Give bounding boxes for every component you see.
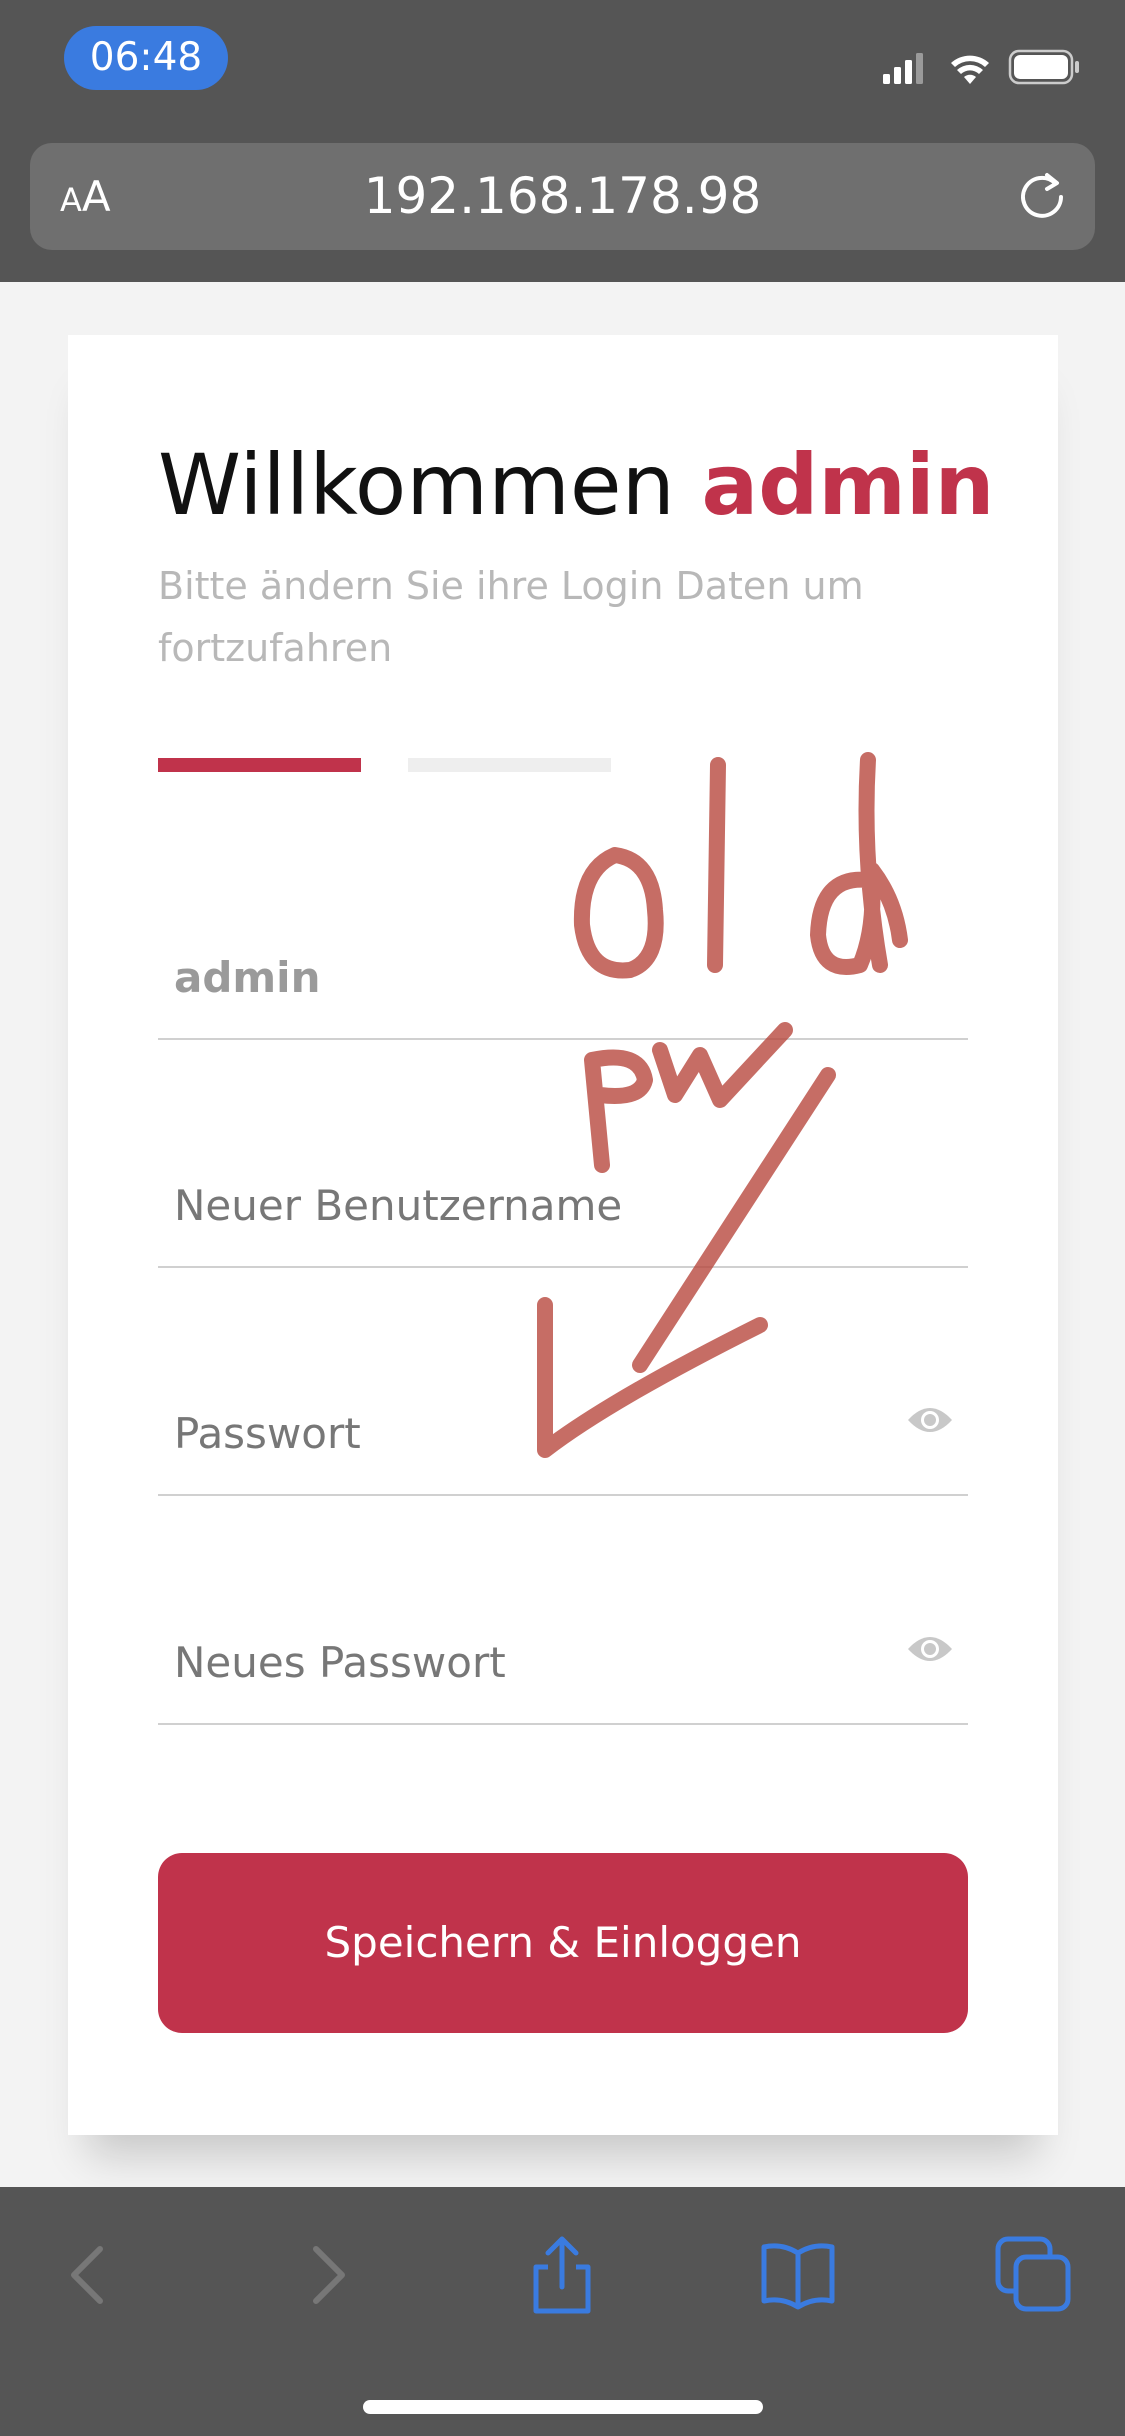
wifi-icon	[951, 55, 989, 84]
eye-icon[interactable]	[906, 1402, 954, 1438]
forward-icon[interactable]	[288, 2235, 368, 2315]
signal-icon	[883, 53, 923, 84]
page-subtitle: Bitte ändern Sie ihre Login Daten um for…	[158, 564, 864, 670]
address-bar[interactable]: AA 192.168.178.98	[30, 143, 1095, 250]
status-time: 06:48	[64, 26, 228, 90]
current-username-value: admin	[174, 953, 321, 1002]
save-and-login-button[interactable]: Speichern & Einloggen	[158, 1853, 968, 2033]
title-prefix: Willkommen	[158, 436, 702, 534]
step-indicator-active	[158, 758, 361, 772]
home-indicator	[363, 2400, 763, 2414]
browser-chrome-top: 06:48 AA 192.168.178.98	[0, 0, 1125, 282]
password-field[interactable]: Passwort	[158, 1374, 968, 1496]
share-icon[interactable]	[522, 2235, 602, 2315]
new-username-field[interactable]: Neuer Benutzername	[158, 1146, 968, 1268]
eye-icon[interactable]	[906, 1631, 954, 1667]
status-icons	[883, 49, 1079, 85]
back-icon[interactable]	[48, 2235, 128, 2315]
url-text[interactable]: 192.168.178.98	[30, 143, 1095, 250]
battery-icon	[1008, 49, 1079, 85]
title-username: admin	[701, 436, 995, 534]
current-username-field[interactable]: admin	[158, 918, 968, 1040]
browser-toolbar	[0, 2187, 1125, 2436]
page-title: Willkommen admin	[158, 435, 994, 536]
new-password-field[interactable]: Neues Passwort	[158, 1603, 968, 1725]
login-card: Willkommen admin Bitte ändern Sie ihre L…	[68, 335, 1058, 2135]
new-password-placeholder: Neues Passwort	[174, 1638, 506, 1687]
new-username-placeholder: Neuer Benutzername	[174, 1181, 623, 1230]
tabs-icon[interactable]	[994, 2235, 1074, 2315]
step-indicator-inactive	[408, 758, 611, 772]
bookmarks-icon[interactable]	[758, 2235, 838, 2315]
password-placeholder: Passwort	[174, 1409, 361, 1458]
reload-icon[interactable]	[1017, 171, 1069, 223]
